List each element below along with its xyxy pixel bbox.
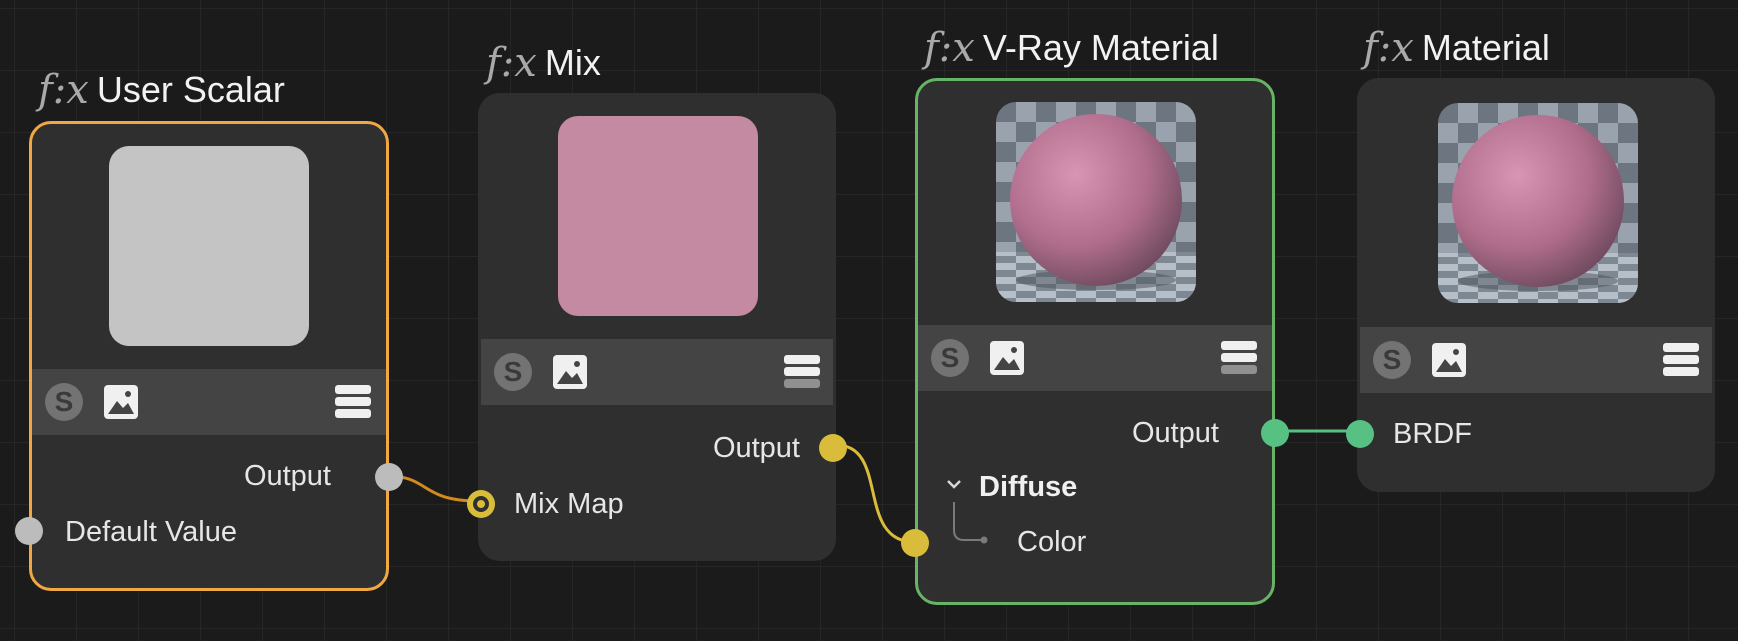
material-node[interactable]: S BRDF [1346,78,1715,492]
user-scalar-node[interactable]: S Output Default Value [15,121,403,591]
tree-connector [953,502,988,544]
node-title-text: User Scalar [96,69,285,110]
vray-material-title[interactable]: f:x V-Ray Material [924,25,1219,71]
image-icon[interactable] [552,354,588,390]
fx-icon: f:x [38,67,89,113]
s-icon[interactable]: S [494,353,532,391]
image-icon[interactable] [103,384,139,420]
mix-node[interactable]: S Output Mix Map [467,93,847,561]
default-value-input-port[interactable] [15,517,43,545]
vray-material-node[interactable]: S Output Diffuse Color [901,78,1289,605]
node-toolbar: S [1360,327,1712,393]
mix-title[interactable]: f:x Mix [486,40,601,86]
node-toolbar: S [918,325,1272,391]
image-icon[interactable] [1431,342,1467,378]
fx-icon: f:x [1363,25,1414,71]
brdf-input-port[interactable] [1346,420,1374,448]
node-toolbar: S [481,339,833,405]
s-icon[interactable]: S [1373,341,1411,379]
output-label: Output [243,460,331,492]
menu-icon[interactable] [335,384,371,420]
fx-icon: f:x [486,40,537,86]
mix-map-label: Mix Map [514,488,624,520]
node-title-text: Mix [544,42,601,83]
mix-preview-swatch [558,116,758,316]
material-preview [1438,103,1638,303]
menu-icon[interactable] [784,354,820,390]
wire-mix-to-vray [835,443,916,544]
output-port[interactable] [819,434,847,462]
scalar-preview-swatch [109,146,309,346]
output-label: Output [712,432,800,464]
s-icon[interactable]: S [45,383,83,421]
output-port[interactable] [375,463,403,491]
fx-icon: f:x [924,25,975,71]
output-label: Output [1131,417,1219,449]
chevron-down-icon[interactable] [946,478,962,490]
node-toolbar: S [32,369,386,435]
color-input-port[interactable] [901,529,929,557]
menu-icon[interactable] [1221,340,1257,376]
material-title[interactable]: f:x Material [1363,25,1550,71]
s-icon[interactable]: S [931,339,969,377]
color-label: Color [1017,526,1087,558]
brdf-label: BRDF [1393,418,1472,450]
vray-material-preview [996,102,1196,302]
node-title-text: V-Ray Material [982,27,1219,68]
diffuse-group-label[interactable]: Diffuse [979,471,1077,503]
node-title-text: Material [1421,27,1550,68]
user-scalar-title[interactable]: f:x User Scalar [38,67,285,113]
default-value-label: Default Value [65,516,237,548]
output-port[interactable] [1261,419,1289,447]
mix-map-input-port[interactable] [467,490,495,518]
image-icon[interactable] [989,340,1025,376]
menu-icon[interactable] [1663,342,1699,378]
